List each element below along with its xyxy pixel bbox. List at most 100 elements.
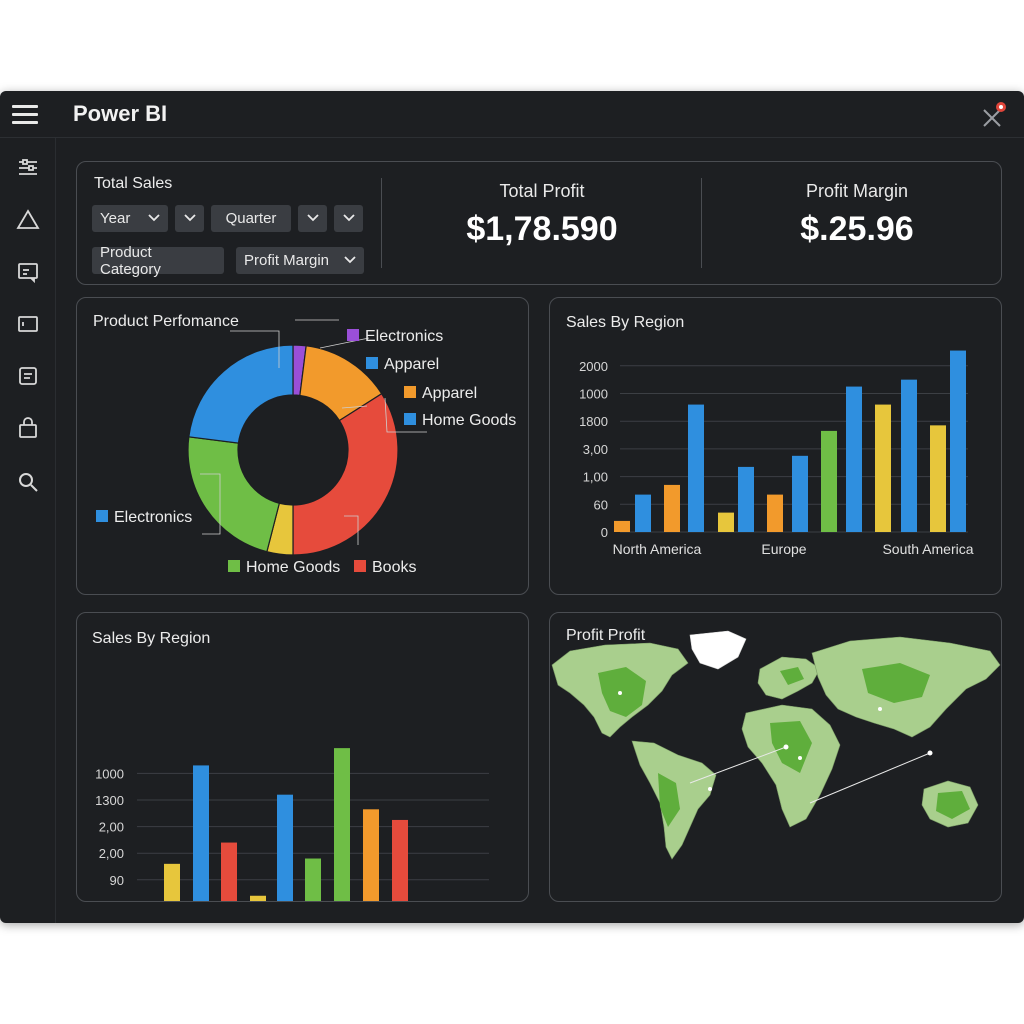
quarter-label: Quarter bbox=[225, 210, 277, 227]
legend-label: Books bbox=[372, 559, 416, 576]
legend-label: Home Goods bbox=[246, 559, 340, 576]
bar[interactable] bbox=[334, 748, 350, 901]
sliders-icon[interactable] bbox=[16, 156, 40, 180]
more-filters-button[interactable] bbox=[334, 205, 363, 232]
bar[interactable] bbox=[277, 794, 293, 901]
chevron-down-icon bbox=[344, 256, 356, 264]
y-tick-label: 60 bbox=[594, 497, 608, 512]
donut-chart: Electronics Apparel Apparel Home Goods Elect… bbox=[96, 319, 516, 576]
bar[interactable] bbox=[792, 455, 808, 532]
bar[interactable] bbox=[875, 404, 891, 532]
profit-margin-dropdown[interactable]: Profit Margin bbox=[236, 247, 364, 274]
sales-by-region-card-bottom: Sales By Region 050902,002,0013001000Nor… bbox=[76, 612, 529, 902]
total-profit-value: $1,78.590 bbox=[466, 210, 618, 248]
y-tick-label: 2,00 bbox=[99, 846, 124, 861]
legend-swatch bbox=[228, 560, 240, 572]
donut-slice[interactable] bbox=[187, 436, 281, 553]
bar[interactable] bbox=[767, 494, 783, 532]
x-axis-label: South America bbox=[882, 541, 973, 557]
app-title: Power BI bbox=[73, 101, 168, 126]
chevron-down-icon bbox=[148, 214, 160, 222]
profit-margin-kpi-value: $.25.96 bbox=[800, 210, 914, 248]
report-icon[interactable] bbox=[16, 260, 40, 284]
y-tick-label: 1300 bbox=[95, 793, 124, 808]
total-sales-title: Total Sales bbox=[94, 175, 173, 192]
legend-label: Home Goods bbox=[422, 412, 516, 429]
legend-swatch bbox=[96, 510, 108, 522]
bar[interactable] bbox=[930, 425, 946, 532]
legend-swatch bbox=[404, 413, 416, 425]
donut-slice[interactable] bbox=[188, 344, 294, 444]
chevron-down-icon bbox=[184, 214, 196, 222]
product-category-dropdown[interactable]: Product Category bbox=[92, 244, 224, 278]
greenland-region bbox=[689, 630, 747, 670]
legend-label: Electronics bbox=[365, 328, 443, 345]
profit-margin-kpi-label: Profit Margin bbox=[805, 181, 909, 201]
year-label: Year bbox=[100, 210, 131, 227]
sales-by-region-card-top: Sales By Region 0 60 1,00 3,00 1800 1000 2000 N… bbox=[549, 297, 1002, 595]
legend-swatch bbox=[366, 357, 378, 369]
hamburger-menu-icon[interactable] bbox=[12, 105, 38, 125]
chevron-down-icon bbox=[307, 214, 319, 222]
bar[interactable] bbox=[950, 350, 966, 532]
bar[interactable] bbox=[635, 494, 651, 532]
y-tick-label: 50 bbox=[110, 899, 124, 901]
bag-icon[interactable] bbox=[16, 416, 40, 440]
quarter-dropdown[interactable]: Quarter bbox=[211, 205, 291, 232]
power-bi-window: Power BI Total Sales Year Quarter Produc… bbox=[0, 91, 1024, 923]
legend-swatch bbox=[354, 560, 366, 572]
bar[interactable] bbox=[250, 895, 266, 901]
legend-swatch bbox=[404, 386, 416, 398]
legend-label: Apparel bbox=[422, 385, 477, 402]
bar-chart: 0 60 1,00 3,00 1800 1000 2000 North America Euro… bbox=[579, 350, 974, 557]
bar[interactable] bbox=[614, 520, 630, 532]
bar[interactable] bbox=[688, 404, 704, 532]
search-icon[interactable] bbox=[16, 470, 40, 494]
profit-map-title: Profit Profit bbox=[566, 627, 646, 644]
refresh-icon[interactable] bbox=[16, 364, 40, 388]
y-tick-label: 3,00 bbox=[583, 442, 608, 457]
kpi-card: Total Sales Year Quarter Product Categor… bbox=[76, 161, 1002, 285]
year-expand-button[interactable] bbox=[175, 205, 204, 232]
bar[interactable] bbox=[164, 863, 180, 901]
total-profit-label: Total Profit bbox=[499, 181, 585, 201]
bar[interactable] bbox=[821, 430, 837, 532]
y-tick-label: 90 bbox=[110, 873, 124, 888]
bar[interactable] bbox=[664, 484, 680, 532]
bar[interactable] bbox=[392, 819, 408, 901]
chevron-down-icon bbox=[343, 214, 355, 222]
quarter-expand-button[interactable] bbox=[298, 205, 327, 232]
y-tick-label: 1800 bbox=[579, 414, 608, 429]
profit-margin-label: Profit Margin bbox=[244, 252, 330, 269]
y-tick-label: 1000 bbox=[579, 387, 608, 402]
x-axis-label: Europe bbox=[761, 541, 806, 557]
y-tick-label: 1,00 bbox=[583, 470, 608, 485]
donut-slice[interactable] bbox=[292, 392, 399, 556]
y-tick-label: 1000 bbox=[95, 766, 124, 781]
divider bbox=[381, 178, 382, 268]
bar[interactable] bbox=[901, 379, 917, 532]
legend-label: Apparel bbox=[384, 356, 439, 373]
card-icon[interactable] bbox=[16, 312, 40, 336]
bar[interactable] bbox=[738, 466, 754, 532]
bar[interactable] bbox=[718, 512, 734, 532]
year-dropdown[interactable]: Year bbox=[92, 205, 168, 232]
triangle-icon[interactable] bbox=[16, 208, 40, 232]
bar[interactable] bbox=[221, 842, 237, 901]
bar[interactable] bbox=[363, 809, 379, 901]
y-tick-label: 2,00 bbox=[99, 820, 124, 835]
bar[interactable] bbox=[193, 765, 209, 901]
bar[interactable] bbox=[305, 858, 321, 901]
sidebar bbox=[0, 138, 56, 923]
product-performance-card: Product Perfomance Electronics Apparel App… bbox=[76, 297, 529, 595]
divider bbox=[701, 178, 702, 268]
close-icon[interactable] bbox=[980, 102, 1006, 128]
y-tick-label: 2000 bbox=[579, 359, 608, 374]
world-map[interactable] bbox=[550, 613, 1001, 901]
y-tick-label: 0 bbox=[601, 525, 608, 540]
bar[interactable] bbox=[846, 386, 862, 532]
x-axis-label: North America bbox=[613, 541, 702, 557]
legend-label: Electronics bbox=[114, 509, 192, 526]
top-bar: Power BI bbox=[0, 91, 1024, 138]
legend-swatch bbox=[347, 329, 359, 341]
